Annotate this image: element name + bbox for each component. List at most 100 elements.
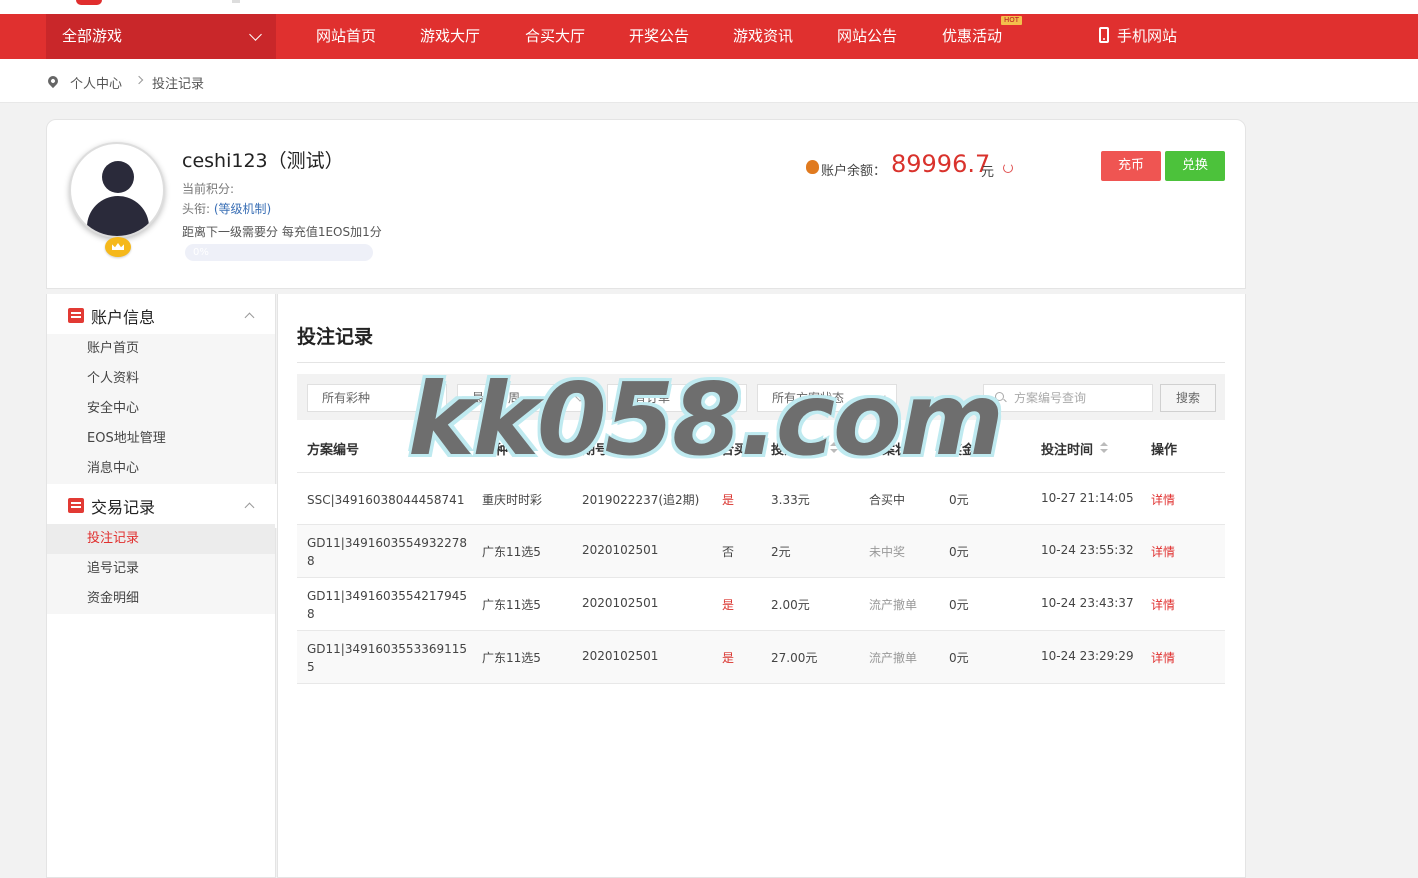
cell-scheme-id: GD11|34916035549322788 <box>307 536 468 568</box>
level-rule-link[interactable]: (等级机制) <box>214 202 271 216</box>
sort-icon[interactable] <box>1100 442 1108 454</box>
nav-draw-notice[interactable]: 开奖公告 <box>629 14 689 59</box>
details-link[interactable]: 详情 <box>1151 543 1175 560</box>
nav-site-notice[interactable]: 网站公告 <box>837 14 897 59</box>
sidebar-item-security[interactable]: 安全中心 <box>47 394 275 424</box>
title-label: 头衔: <box>182 202 211 216</box>
nav-game-hall[interactable]: 游戏大厅 <box>420 14 480 59</box>
nav-joint-hall[interactable]: 合买大厅 <box>525 14 585 59</box>
cell-scheme-id: SSC|34916038044458741 <box>307 493 465 507</box>
location-pin-icon <box>45 73 61 89</box>
exchange-button[interactable]: 兑换 <box>1165 151 1225 181</box>
col-bet-time[interactable]: 投注时间 <box>1041 439 1093 458</box>
details-link[interactable]: 详情 <box>1151 649 1175 666</box>
balance-label: 账户余额： <box>821 164 887 179</box>
cell-joint: 是 <box>722 651 735 665</box>
cell-status: 未中奖 <box>869 545 906 559</box>
money-bag-icon <box>806 160 819 174</box>
details-link[interactable]: 详情 <box>1151 596 1175 613</box>
table-row: GD11|34916035542179458 广东11选5 2020102501… <box>297 577 1225 630</box>
cell-issue: 2020102501 <box>582 649 659 663</box>
sidebar-item-chase-records[interactable]: 追号记录 <box>47 554 275 584</box>
sidebar-item-account-home[interactable]: 账户首页 <box>47 334 275 364</box>
cell-lottery: 广东11选5 <box>482 598 541 612</box>
cell-time: 10-24 23:29:29 <box>1041 649 1134 663</box>
cell-joint: 是 <box>722 598 735 612</box>
logo-fragment-2 <box>232 0 240 3</box>
table-row: GD11|34916035549322788 广东11选5 2020102501… <box>297 524 1225 577</box>
breadcrumb-current: 投注记录 <box>152 77 205 92</box>
chevron-up-icon <box>244 312 255 323</box>
refresh-icon[interactable] <box>1003 163 1013 173</box>
nav-game-news[interactable]: 游戏资讯 <box>733 14 793 59</box>
cell-amount: 2.00元 <box>771 598 810 612</box>
phone-icon <box>1099 27 1109 43</box>
cell-status: 合买中 <box>869 493 906 507</box>
crown-icon <box>105 237 131 257</box>
username: ceshi123（测试） <box>182 150 344 172</box>
page-title: 投注记录 <box>297 326 374 348</box>
ledger-icon <box>68 498 84 513</box>
cell-amount: 3.33元 <box>771 493 810 507</box>
scheme-search-input[interactable]: 方案编号查询 <box>983 384 1153 412</box>
sidebar-item-bet-records[interactable]: 投注记录 <box>47 524 275 554</box>
sidebar: 账户信息 账户首页 个人资料 安全中心 EOS地址管理 消息中心 交易记录 投注… <box>46 294 277 878</box>
chevron-right-icon <box>134 75 144 85</box>
col-scheme-id: 方案编号 <box>307 443 360 458</box>
hot-badge: HOT <box>1001 16 1023 25</box>
all-games-label: 全部游戏 <box>62 27 123 45</box>
sidebar-item-profile[interactable]: 个人资料 <box>47 364 275 394</box>
sidebar-section-title: 交易记录 <box>91 498 156 517</box>
all-games-dropdown[interactable]: 全部游戏 <box>46 14 276 59</box>
points-label: 当前积分: <box>182 182 235 196</box>
id-card-icon <box>68 308 84 323</box>
sidebar-section-account[interactable]: 账户信息 <box>47 294 277 338</box>
cell-amount: 2元 <box>771 545 791 559</box>
title-row: 头衔: (等级机制) <box>182 200 271 217</box>
cell-issue: 2020102501 <box>582 543 659 557</box>
level-progress-bar: 0% <box>185 244 373 261</box>
cell-issue: 2020102501 <box>582 596 659 610</box>
balance-value: 89996.7 <box>891 150 991 178</box>
balance-unit: 元 <box>981 165 995 180</box>
cell-status: 流产撤单 <box>869 651 918 665</box>
cell-lottery: 广东11选5 <box>482 545 541 559</box>
cell-prize: 0元 <box>949 651 969 665</box>
top-strip <box>0 0 1418 14</box>
cell-amount: 27.00元 <box>771 651 818 665</box>
details-link[interactable]: 详情 <box>1151 491 1175 508</box>
nav-promotions[interactable]: 优惠活动 <box>942 14 1002 59</box>
cell-prize: 0元 <box>949 598 969 612</box>
cell-prize: 0元 <box>949 493 969 507</box>
cell-joint: 否 <box>722 545 735 559</box>
breadcrumb: 个人中心 投注记录 <box>0 59 1418 103</box>
cell-lottery: 重庆时时彩 <box>482 493 543 507</box>
logo-fragment <box>76 0 102 5</box>
cell-scheme-id: GD11|34916035533691155 <box>307 642 468 674</box>
sidebar-item-messages[interactable]: 消息中心 <box>47 454 275 484</box>
sidebar-item-fund-details[interactable]: 资金明细 <box>47 584 275 614</box>
cell-joint: 是 <box>722 493 735 507</box>
cell-time: 10-24 23:43:37 <box>1041 596 1134 610</box>
avatar-head <box>102 161 134 193</box>
table-row: GD11|34916035533691155 广东11选5 2020102501… <box>297 630 1225 683</box>
breadcrumb-home[interactable]: 个人中心 <box>70 73 122 92</box>
nav-home[interactable]: 网站首页 <box>316 14 376 59</box>
sidebar-section-title: 账户信息 <box>91 308 156 327</box>
col-action: 操作 <box>1151 443 1178 458</box>
profile-card: ceshi123（测试） 当前积分: 头衔: (等级机制) 距离下一级需要分 每… <box>46 119 1246 289</box>
chevron-up-icon <box>244 502 255 513</box>
chevron-down-icon <box>249 28 262 41</box>
nav-mobile-site[interactable]: 手机网站 <box>1117 14 1177 59</box>
cell-time: 10-27 21:14:05 <box>1041 491 1134 505</box>
sidebar-item-eos-address[interactable]: EOS地址管理 <box>47 424 275 454</box>
cell-status: 流产撤单 <box>869 598 918 612</box>
sidebar-section-trade[interactable]: 交易记录 <box>47 484 277 528</box>
avatar[interactable] <box>69 142 165 238</box>
cell-issue: 2019022237(追2期) <box>582 493 700 507</box>
search-button[interactable]: 搜索 <box>1160 384 1216 412</box>
cell-prize: 0元 <box>949 545 969 559</box>
watermark: kk058.com <box>408 361 1004 478</box>
charge-button[interactable]: 充币 <box>1101 151 1161 181</box>
avatar-body <box>87 196 149 236</box>
